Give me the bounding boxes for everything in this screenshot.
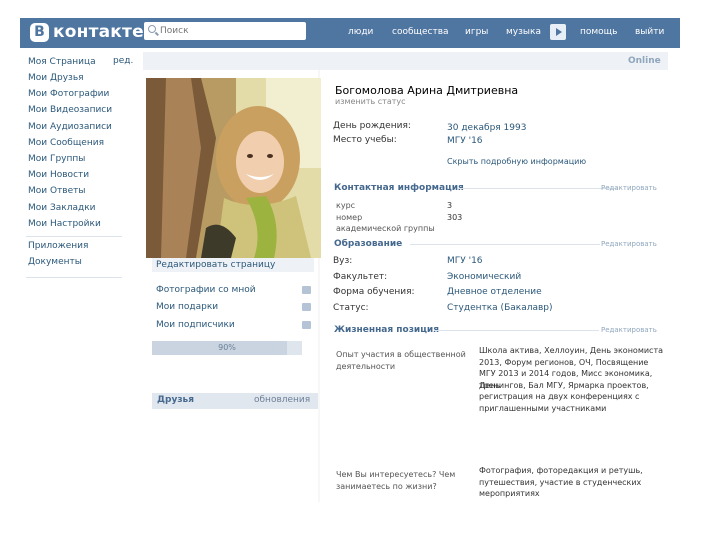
- search-icon: [148, 25, 156, 33]
- gift-icon: [302, 303, 311, 311]
- profile-header-strip: [143, 52, 668, 70]
- edu-form-value[interactable]: Дневное отделение: [447, 286, 542, 298]
- activity-answer-line: Школа актива, Хеллоуин, День экономиста: [479, 346, 664, 355]
- nav-logout[interactable]: выйти: [635, 25, 664, 39]
- study-label: Место учебы:: [333, 135, 397, 145]
- education-edit-link[interactable]: Редактировать: [601, 238, 657, 250]
- site-logo-text[interactable]: контакте: [53, 22, 144, 42]
- section-divider: [458, 188, 618, 189]
- interests-answer-line: Фотография, фоторедакция и ретушь,: [479, 466, 643, 475]
- edu-university-value[interactable]: МГУ '16: [447, 255, 483, 267]
- profile-completion-bar: 90%: [152, 341, 302, 355]
- section-divider: [434, 330, 599, 331]
- sidebar-item-messages[interactable]: Мои Сообщения: [28, 136, 104, 150]
- sidebar-item-docs[interactable]: Документы: [28, 255, 82, 269]
- course-label: курс: [336, 201, 356, 210]
- sidebar-item-news[interactable]: Мои Новости: [28, 168, 89, 182]
- nav-games[interactable]: игры: [465, 25, 488, 39]
- sidebar-item-groups[interactable]: Мои Группы: [28, 152, 85, 166]
- activity-answer-line: приглашенными участниками: [479, 404, 607, 413]
- interests-answer-line: путешествия, участие в студенческих: [479, 478, 642, 487]
- hide-details-link[interactable]: Скрыть подробную информацию: [447, 157, 586, 166]
- edu-faculty-value[interactable]: Экономический: [447, 271, 521, 283]
- life-position-section-title: Жизненная позиция: [334, 325, 439, 335]
- edu-form-label: Форма обучения:: [333, 287, 415, 297]
- section-divider: [410, 244, 600, 245]
- sidebar-item-friends[interactable]: Мои Друзья: [28, 71, 84, 85]
- edu-faculty-label: Факультет:: [333, 272, 388, 282]
- my-subscribers-link[interactable]: Мои подписчики: [156, 318, 235, 332]
- profile-avatar[interactable]: [146, 78, 321, 258]
- photos-with-me-link[interactable]: Фотографии со мной: [156, 283, 256, 297]
- edu-status-label: Статус:: [333, 303, 369, 313]
- nav-people[interactable]: люди: [348, 25, 373, 39]
- friends-section-header[interactable]: Друзья обновления: [152, 393, 318, 409]
- online-status: Online: [628, 56, 661, 66]
- friends-title[interactable]: Друзья: [157, 395, 194, 405]
- vk-logo-icon[interactable]: B: [30, 23, 49, 42]
- top-bar: B контакте люди сообщества игры музыка п…: [20, 18, 680, 48]
- contacts-section-title: Контактная информация: [334, 183, 464, 193]
- life-position-edit-link[interactable]: Редактировать: [601, 324, 657, 336]
- status-edit-link[interactable]: изменить статус: [335, 97, 406, 106]
- birthday-label: День рождения:: [333, 121, 411, 131]
- sidebar-item-photos[interactable]: Мои Фотографии: [28, 87, 109, 101]
- edit-page-link[interactable]: ред.: [113, 56, 133, 66]
- activity-answer-line: тренингов, Бал МГУ, Ярмарка проектов,: [479, 381, 649, 390]
- education-section-title: Образование: [334, 239, 403, 249]
- course-value: 3: [447, 201, 453, 210]
- sidebar-item-bookmarks[interactable]: Мои Закладки: [28, 201, 95, 215]
- sidebar-item-my-page[interactable]: Моя Страница: [28, 55, 96, 69]
- nav-communities[interactable]: сообщества: [392, 25, 449, 39]
- menu-divider: [26, 277, 122, 278]
- sidebar-item-answers[interactable]: Мои Ответы: [28, 184, 86, 198]
- sidebar-item-audio[interactable]: Мои Аудиозаписи: [28, 120, 112, 134]
- study-value[interactable]: МГУ '16: [447, 135, 483, 147]
- search-input[interactable]: [160, 23, 300, 38]
- camera-icon: [302, 286, 311, 294]
- activity-question-cont: деятельности: [336, 362, 396, 371]
- subscribers-icon: [302, 321, 311, 329]
- group-label-cont: академической группы: [336, 224, 435, 233]
- activity-answer-line: 2013, Форум регионов, ОЧ, Посвящение: [479, 358, 649, 367]
- sidebar-item-settings[interactable]: Мои Настройки: [28, 217, 101, 231]
- nav-music[interactable]: музыка: [506, 25, 541, 39]
- play-icon[interactable]: [550, 24, 566, 40]
- search-box[interactable]: [144, 22, 306, 40]
- group-value: 303: [447, 213, 463, 222]
- menu-divider: [26, 236, 122, 237]
- avatar-photo-icon: [146, 78, 321, 258]
- edu-university-label: Вуз:: [333, 256, 353, 266]
- interests-answer-line: мероприятиях: [479, 489, 540, 498]
- birthday-value[interactable]: 30 декабря 1993: [447, 122, 526, 134]
- contacts-edit-link[interactable]: Редактировать: [601, 182, 657, 194]
- profile-name: Богомолова Арина Дмитриевна: [335, 84, 519, 97]
- my-gifts-link[interactable]: Мои подарки: [156, 300, 218, 314]
- activity-question: Опыт участия в общественной: [336, 350, 466, 359]
- sidebar-item-apps[interactable]: Приложения: [28, 239, 88, 253]
- edit-page-label[interactable]: Редактировать страницу: [156, 258, 275, 272]
- interests-question: Чем Вы интересуетесь? Чем: [336, 470, 456, 479]
- friends-updates-link[interactable]: обновления: [254, 395, 310, 405]
- sidebar-item-videos[interactable]: Мои Видеозаписи: [28, 103, 112, 117]
- interests-question-cont: занимаетесь по жизни?: [336, 482, 437, 491]
- activity-answer-line: регистрация на двух конференциях с: [479, 392, 640, 401]
- edu-status-value[interactable]: Студентка (Бакалавр): [447, 302, 553, 314]
- group-label: номер: [336, 213, 363, 222]
- nav-help[interactable]: помощь: [580, 25, 617, 39]
- profile-completion-text: 90%: [218, 343, 236, 352]
